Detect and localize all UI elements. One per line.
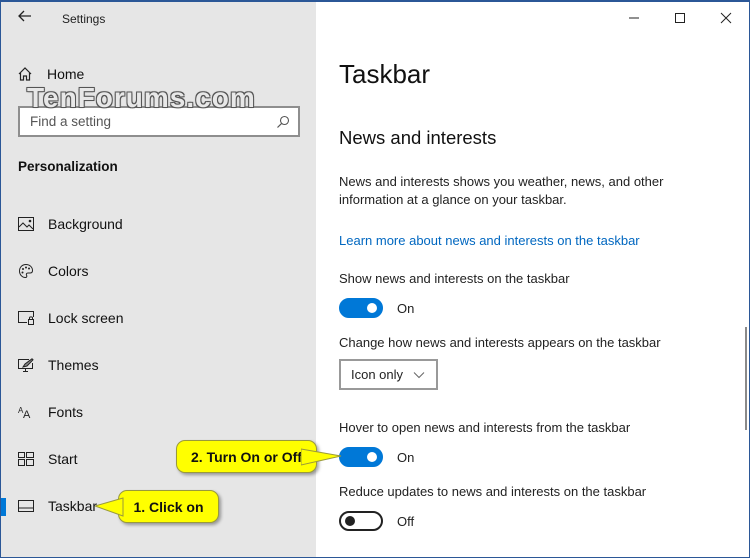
settings-window: Settings Home TenForums.com Personalizat…	[0, 0, 750, 558]
lock-screen-icon	[18, 310, 34, 326]
callout-step1: 1. Click on	[118, 490, 219, 523]
fonts-icon: AA	[18, 404, 34, 420]
hover-toggle[interactable]: On	[339, 447, 414, 467]
scrollbar[interactable]	[745, 327, 747, 430]
sidebar: Settings Home TenForums.com Personalizat…	[1, 2, 316, 557]
toggle-track	[339, 447, 383, 467]
search-box[interactable]	[18, 106, 300, 137]
sidebar-item-background[interactable]: Background	[1, 206, 316, 242]
back-arrow-icon	[18, 10, 31, 22]
sidebar-item-themes[interactable]: Themes	[1, 347, 316, 383]
appearance-dropdown[interactable]: Icon only	[339, 359, 438, 390]
taskbar-icon	[18, 498, 34, 514]
dropdown-value: Icon only	[351, 367, 404, 382]
sidebar-item-label: Themes	[48, 357, 99, 373]
callout-arrow-step2	[301, 448, 342, 466]
palette-icon	[18, 263, 34, 279]
reduce-updates-setting-label: Reduce updates to news and interests on …	[339, 484, 647, 499]
toggle-knob	[345, 516, 355, 526]
selected-indicator	[1, 498, 6, 516]
sidebar-item-label: Lock screen	[48, 310, 124, 326]
sidebar-item-label: Taskbar	[48, 498, 98, 514]
window-controls	[611, 2, 749, 34]
close-button[interactable]	[703, 2, 749, 34]
maximize-button[interactable]	[657, 2, 703, 34]
sidebar-item-colors[interactable]: Colors	[1, 253, 316, 289]
sidebar-item-lock-screen[interactable]: Lock screen	[1, 300, 316, 336]
toggle-knob	[367, 452, 377, 462]
reduce-updates-toggle[interactable]: Off	[339, 511, 414, 531]
callout-arrow-step1	[95, 497, 124, 517]
svg-text:A: A	[23, 409, 31, 419]
sidebar-item-fonts[interactable]: AA Fonts	[1, 394, 316, 430]
show-toggle[interactable]: On	[339, 298, 414, 318]
close-icon	[720, 12, 732, 24]
home-icon	[18, 67, 32, 81]
background-icon	[18, 216, 34, 232]
search-icon[interactable]	[276, 115, 290, 129]
appearance-setting-label: Change how news and interests appears on…	[339, 335, 661, 350]
toggle-knob	[367, 303, 377, 313]
section-subheading: News and interests	[339, 127, 497, 148]
sidebar-item-label: Fonts	[48, 404, 84, 420]
app-title: Settings	[62, 12, 106, 26]
page-title: Taskbar	[339, 59, 431, 89]
search-input[interactable]	[30, 114, 276, 129]
section-heading: Personalization	[18, 159, 118, 174]
minimize-button[interactable]	[611, 2, 657, 34]
minimize-icon	[629, 17, 639, 19]
sidebar-item-label: Start	[48, 451, 78, 467]
toggle-track	[339, 298, 383, 318]
toggle-state: Off	[397, 513, 415, 529]
hover-setting-label: Hover to open news and interests from th…	[339, 420, 631, 435]
home-label: Home	[47, 66, 85, 82]
main-content: Taskbar News and interests News and inte…	[316, 2, 749, 557]
maximize-icon	[675, 13, 685, 23]
description-text: News and interests shows you weather, ne…	[339, 174, 664, 207]
sidebar-item-label: Colors	[48, 263, 89, 279]
back-button[interactable]	[17, 8, 37, 28]
toggle-track	[339, 511, 383, 531]
chevron-down-icon	[413, 371, 425, 378]
toggle-state: On	[397, 300, 415, 316]
sidebar-item-label: Background	[48, 216, 123, 232]
themes-icon	[18, 357, 34, 373]
callout-step2: 2. Turn On or Off	[176, 440, 317, 473]
show-setting-label: Show news and interests on the taskbar	[339, 271, 570, 286]
toggle-state: On	[397, 449, 415, 465]
learn-more-link[interactable]: Learn more about news and interests on t…	[339, 233, 640, 248]
home-link[interactable]: Home	[17, 66, 84, 82]
start-icon	[18, 451, 34, 467]
